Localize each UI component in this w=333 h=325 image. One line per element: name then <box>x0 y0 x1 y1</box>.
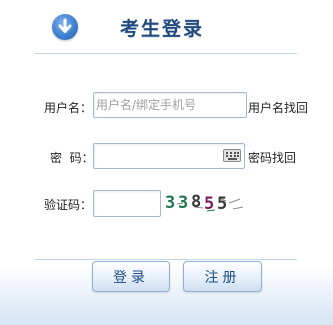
captcha-char: 3 <box>178 193 188 213</box>
header-divider <box>35 53 297 54</box>
login-button[interactable]: 登录 <box>92 261 170 292</box>
password-recover-link[interactable]: 密码找回 <box>248 149 296 166</box>
captcha-image[interactable]: 33855 <box>163 188 243 218</box>
login-header: 考生登录 <box>0 0 333 52</box>
footer-divider <box>35 259 297 260</box>
username-label: 用户名： <box>44 101 93 115</box>
svg-text:33855: 33855 <box>165 192 227 214</box>
register-button[interactable]: 注册 <box>183 261 262 292</box>
captcha-label: 验证码： <box>44 198 93 212</box>
username-recover-link[interactable]: 用户名找回 <box>248 99 308 116</box>
download-arrow-icon <box>52 14 78 40</box>
captcha-char: 5 <box>217 194 227 214</box>
captcha-char: 3 <box>165 193 175 213</box>
captcha-char: 8 <box>191 192 201 212</box>
login-panel: 考生登录 用户名： 用户名找回 密 码： 密码找回 验证码： 33855 登录 … <box>0 0 333 325</box>
captcha-char: 5 <box>204 194 214 214</box>
username-input[interactable] <box>93 92 247 118</box>
page-title: 考生登录 <box>120 18 205 40</box>
captcha-input[interactable] <box>93 190 161 217</box>
password-label: 密 码： <box>50 151 94 165</box>
virtual-keyboard-icon[interactable] <box>223 149 241 162</box>
